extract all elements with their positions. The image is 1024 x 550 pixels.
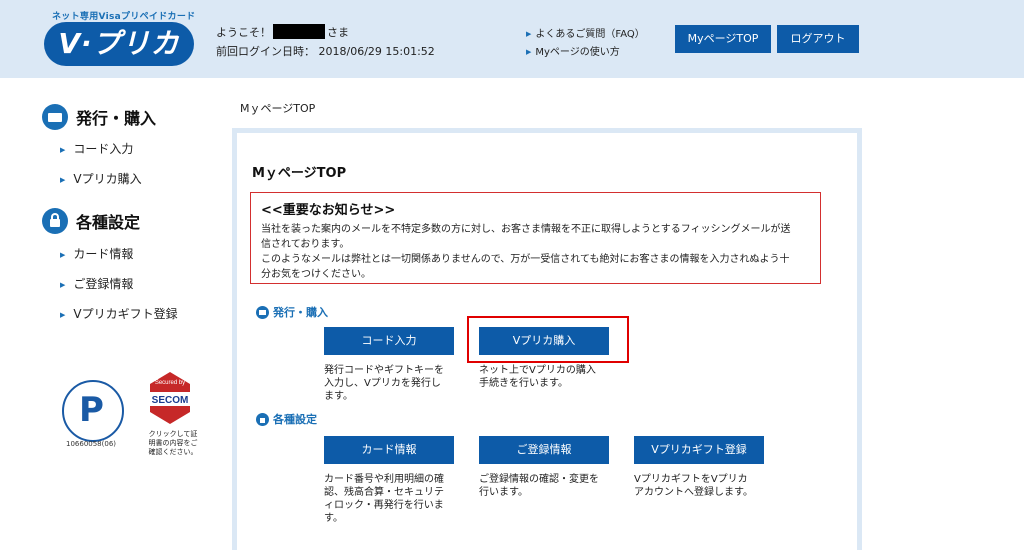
privacy-mark-number: 10660058(06) — [66, 440, 116, 448]
secom-badge-name: SECOM — [152, 395, 189, 406]
highlight-box — [467, 316, 629, 363]
secom-note: クリックして証明書の内容をご確認ください。 — [148, 430, 198, 456]
faq-link[interactable]: ▶ よくあるご質問（FAQ） — [526, 25, 645, 40]
registration-info-description: ご登録情報の確認・変更を 行います。 — [479, 474, 599, 498]
sidebar-item-label: カード情報 — [73, 247, 134, 261]
last-login: 前回ログイン日時： 2018/06/29 15:01:52 — [216, 45, 435, 58]
vpreca-purchase-description: ネット上でVプリカの購入 手続きを行います。 — [479, 365, 596, 389]
code-entry-description: 発行コードやギフトキーを 入力し、Vプリカを発行し ます。 — [324, 365, 444, 402]
mypage-top-button[interactable]: MyページTOP — [675, 25, 771, 53]
triangle-right-icon: ▶ — [526, 48, 532, 56]
group-purchase-head: 発行・購入 — [256, 304, 328, 320]
secom-seal-icon[interactable]: Secured by SECOM — [146, 370, 194, 426]
card-icon — [42, 104, 68, 130]
card-info-button[interactable]: カード情報 — [324, 436, 454, 464]
sidebar-section-title: 発行・購入 — [76, 109, 157, 128]
sidebar-section-title: 各種設定 — [76, 213, 141, 232]
registration-info-button[interactable]: ご登録情報 — [479, 436, 609, 464]
gift-registration-button[interactable]: Vプリカギフト登録 — [634, 436, 764, 464]
logout-button[interactable]: ログアウト — [777, 25, 859, 53]
sidebar-item-registration-info[interactable]: ▶ ご登録情報 — [60, 275, 133, 292]
group-label: 各種設定 — [273, 413, 317, 426]
sidebar-item-vpreca-purchase[interactable]: ▶ Vプリカ購入 — [60, 170, 142, 187]
sidebar-item-label: Vプリカギフト登録 — [73, 307, 178, 321]
important-notice: <<重要なお知らせ>> 当社を装った案内のメールを不特定多数の方に対し、お客さま… — [250, 192, 821, 284]
breadcrumb: MｙページTOP — [240, 102, 316, 115]
welcome-suffix: さま — [327, 26, 349, 39]
sidebar-section-settings: 各種設定 — [42, 208, 140, 234]
lock-icon — [256, 412, 269, 426]
notice-line: このようなメールは弊社とは一切関係ありませんので、万が一受信されても絶対にお客さ… — [261, 254, 790, 265]
secom-badge-top: Secured by — [155, 380, 185, 386]
gift-registration-description: VプリカギフトをVプリカ アカウントへ登録します。 — [634, 474, 753, 498]
logo-subtitle: ネット専用Visaプリペイドカード — [52, 12, 196, 22]
vpreca-logo[interactable]: V·プリカ — [44, 22, 194, 66]
triangle-right-icon: ▶ — [60, 146, 66, 154]
triangle-right-icon: ▶ — [526, 30, 532, 38]
welcome-message: ようこそ！ さま — [216, 24, 349, 40]
group-label: 発行・購入 — [273, 306, 328, 319]
mypage-guide-link-label: Myページの使い方 — [535, 47, 620, 58]
sidebar-item-label: コード入力 — [73, 142, 134, 156]
sidebar-section-purchase: 発行・購入 — [42, 104, 156, 130]
notice-title: <<重要なお知らせ>> — [261, 203, 396, 218]
group-settings-head: 各種設定 — [256, 411, 317, 427]
sidebar-item-code-entry[interactable]: ▶ コード入力 — [60, 140, 133, 157]
sidebar-item-card-info[interactable]: ▶ カード情報 — [60, 245, 133, 262]
redacted-username — [273, 24, 325, 39]
sidebar-item-label: Vプリカ購入 — [73, 172, 142, 186]
mypage-guide-link[interactable]: ▶ Myページの使い方 — [526, 43, 620, 58]
faq-link-label: よくあるご質問（FAQ） — [535, 29, 645, 40]
card-info-description: カード番号や利用明細の確 認、残高合算・セキュリテ ィロック・再発行を行いま す… — [324, 474, 444, 524]
welcome-prefix: ようこそ！ — [216, 26, 271, 39]
notice-line: 分お気をつけください。 — [261, 269, 371, 280]
sidebar-item-gift-registration[interactable]: ▶ Vプリカギフト登録 — [60, 305, 178, 322]
triangle-right-icon: ▶ — [60, 281, 66, 289]
privacy-mark-badge[interactable]: P — [62, 380, 124, 442]
triangle-right-icon: ▶ — [60, 311, 66, 319]
page-title: MｙページTOP — [252, 166, 347, 181]
notice-line: 当社を装った案内のメールを不特定多数の方に対し、お客さま情報を不正に取得しようと… — [261, 224, 791, 235]
notice-line: 信されております。 — [261, 239, 350, 250]
privacy-mark-icon: P — [79, 390, 104, 430]
card-icon — [256, 305, 269, 319]
triangle-right-icon: ▶ — [60, 176, 66, 184]
sidebar-item-label: ご登録情報 — [73, 277, 134, 291]
lock-icon — [42, 208, 68, 234]
code-entry-button[interactable]: コード入力 — [324, 327, 454, 355]
triangle-right-icon: ▶ — [60, 251, 66, 259]
